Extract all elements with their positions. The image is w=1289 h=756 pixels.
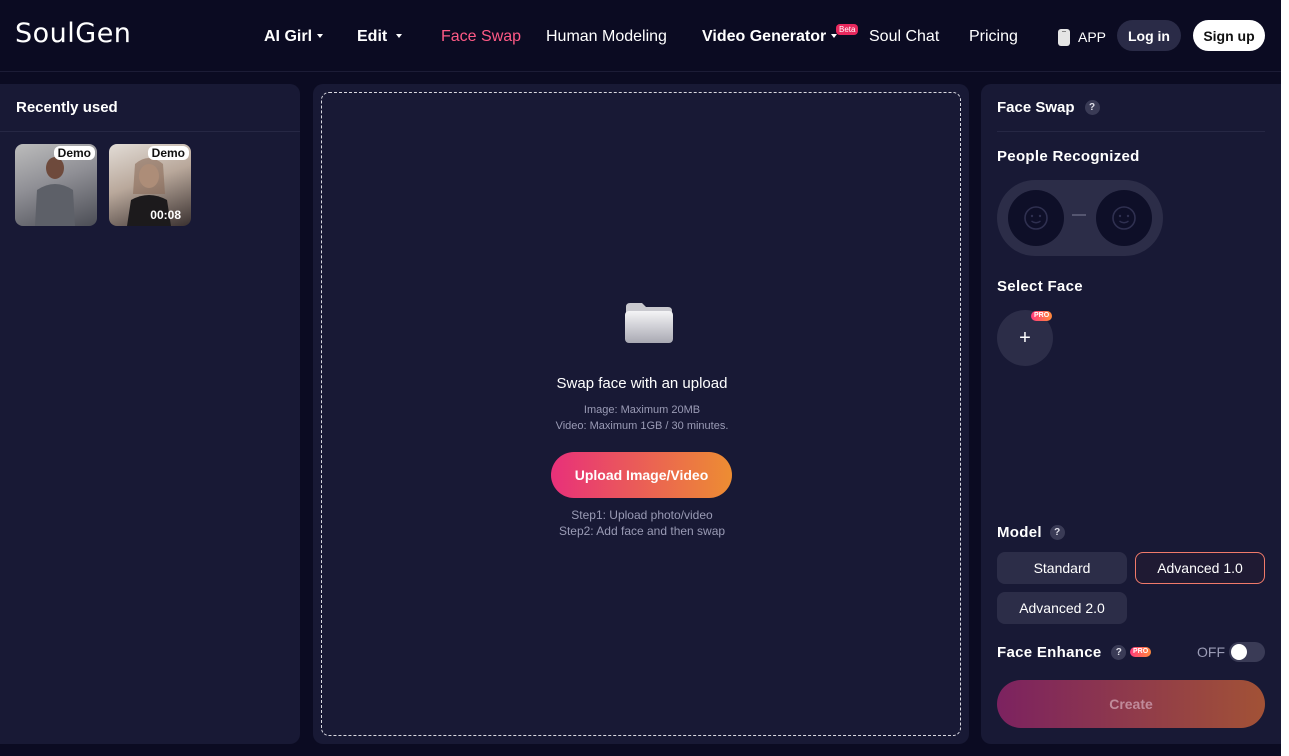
top-nav: SoulGen AI Girl Edit Face Swap Human Mod…: [0, 0, 1281, 72]
source-face[interactable]: [1008, 190, 1064, 246]
help-icon[interactable]: ?: [1049, 525, 1065, 540]
people-recognized-box: [997, 180, 1163, 256]
video-duration: 00:08: [150, 208, 181, 222]
nav-face-swap-label: Face Swap: [441, 28, 522, 45]
model-advanced-2-button[interactable]: Advanced 2.0: [997, 592, 1127, 624]
divider: [0, 131, 300, 132]
face-icon: [1112, 206, 1136, 230]
nav-pricing[interactable]: Pricing: [969, 26, 1018, 48]
nav-human-modeling-label: Human Modeling: [546, 28, 667, 45]
face-enhance-row: Face Enhance ?: [997, 644, 1127, 661]
upload-step-1: Step1: Upload photo/video: [571, 508, 713, 522]
page: SoulGen AI Girl Edit Face Swap Human Mod…: [0, 0, 1281, 756]
nav-face-swap[interactable]: Face Swap: [441, 26, 521, 48]
demo-badge: Demo: [53, 146, 95, 160]
plus-icon: +: [1019, 326, 1031, 349]
app-label: APP: [1078, 29, 1107, 45]
model-label: Model: [997, 524, 1042, 541]
settings-panel: Face Swap ? People Recognized Select Fac…: [981, 84, 1281, 744]
recently-used-title: Recently used: [16, 99, 118, 116]
face-enhance-label: Face Enhance: [997, 644, 1102, 661]
recently-used-panel: Recently used Demo Demo 00:08: [0, 84, 300, 744]
help-icon[interactable]: ?: [1111, 645, 1127, 660]
upload-panel: Swap face with an upload Image: Maximum …: [313, 84, 969, 744]
person-image: [35, 157, 75, 226]
model-label-row: Model ?: [997, 524, 1065, 541]
toggle-knob: [1231, 644, 1247, 660]
app-link[interactable]: APP: [1058, 26, 1106, 48]
create-button[interactable]: Create: [997, 680, 1265, 728]
recent-thumbnail[interactable]: Demo: [15, 144, 97, 226]
nav-edit[interactable]: Edit: [357, 26, 403, 48]
upload-dropzone[interactable]: Swap face with an upload Image: Maximum …: [321, 92, 961, 736]
nav-video-generator-label: Video Generator: [702, 28, 827, 45]
caret-down-icon: [396, 33, 403, 38]
nav-ai-girl-label: AI Girl: [264, 28, 313, 45]
model-standard-button[interactable]: Standard: [997, 552, 1127, 584]
folder-icon: [625, 303, 673, 343]
nav-edit-label: Edit: [357, 28, 388, 45]
nav-ai-girl[interactable]: AI Girl: [264, 26, 324, 48]
nav-video-generator[interactable]: Video Generator: [702, 26, 838, 48]
phone-icon: [1058, 28, 1070, 46]
upload-title: Swap face with an upload: [556, 375, 728, 392]
model-advanced-1-button[interactable]: Advanced 1.0: [1135, 552, 1265, 584]
signup-button[interactable]: Sign up: [1193, 20, 1265, 51]
upload-hint-image: Image: Maximum 20MB: [583, 404, 701, 416]
nav-soul-chat[interactable]: Soul Chat: [869, 26, 939, 48]
upload-button[interactable]: Upload Image/Video: [551, 452, 732, 498]
people-recognized-label: People Recognized: [997, 148, 1140, 165]
upload-step-2: Step2: Add face and then swap: [558, 524, 726, 538]
pro-badge: PRO: [1031, 311, 1053, 321]
upload-hint-video: Video: Maximum 1GB / 30 minutes.: [555, 420, 729, 432]
face-icon: [1024, 206, 1048, 230]
pro-badge: PRO: [1130, 647, 1152, 657]
nav-soul-chat-label: Soul Chat: [869, 28, 940, 45]
caret-down-icon: [317, 33, 324, 38]
target-face[interactable]: [1096, 190, 1152, 246]
recent-thumbnail[interactable]: Demo 00:08: [109, 144, 191, 226]
divider: [997, 131, 1265, 132]
window-edge: [1281, 0, 1289, 756]
nav-human-modeling[interactable]: Human Modeling: [546, 26, 667, 48]
nav-pricing-label: Pricing: [969, 28, 1018, 45]
face-enhance-toggle[interactable]: [1229, 642, 1265, 662]
login-button[interactable]: Log in: [1117, 20, 1181, 51]
help-icon[interactable]: ?: [1084, 100, 1100, 115]
select-face-label: Select Face: [997, 278, 1083, 295]
settings-title: Face Swap ?: [997, 99, 1100, 116]
face-enhance-state: OFF: [1197, 644, 1225, 660]
logo[interactable]: SoulGen: [15, 18, 131, 49]
arrow-icon: [1072, 214, 1086, 216]
demo-badge: Demo: [147, 146, 189, 160]
beta-badge: Beta: [836, 24, 859, 35]
caret-down-icon: [831, 33, 838, 38]
face-swap-title: Face Swap: [997, 99, 1075, 116]
